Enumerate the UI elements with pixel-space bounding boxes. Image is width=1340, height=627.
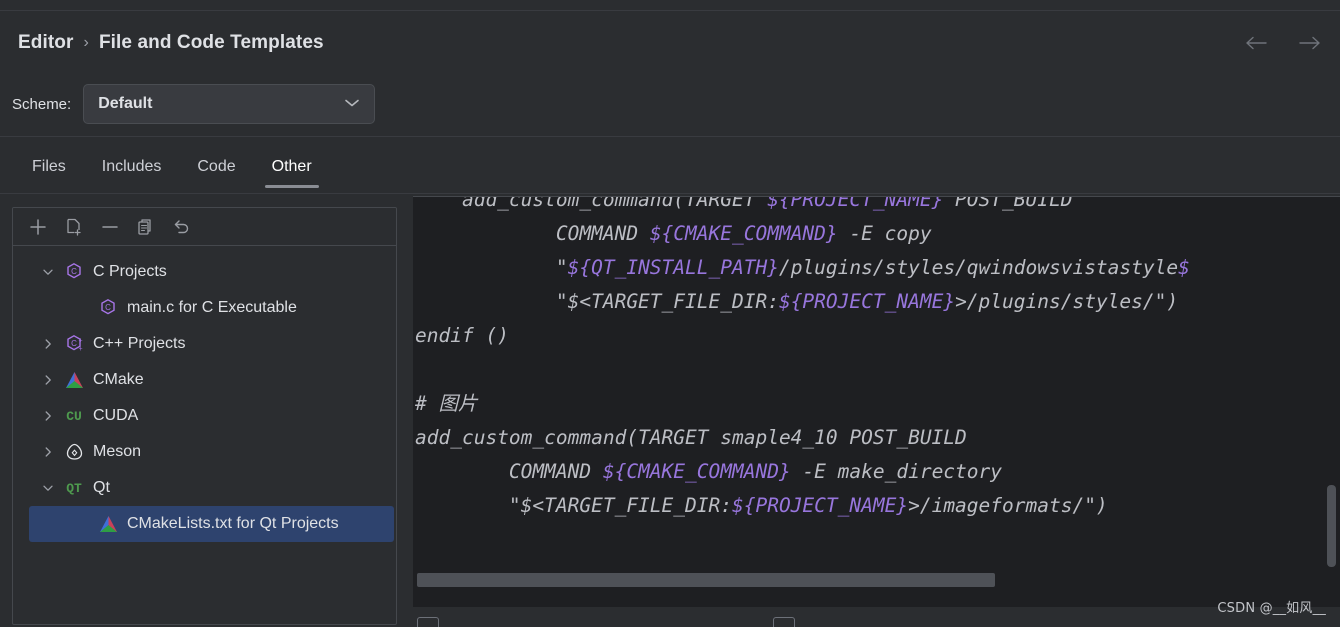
chevron-right-icon[interactable] xyxy=(41,373,55,387)
tab-code[interactable]: Code xyxy=(179,150,253,188)
arrow-right-icon[interactable] xyxy=(1296,30,1322,56)
code-line: endif () xyxy=(415,324,509,347)
code-line: COMMAND ${CMAKE_COMMAND} -E make_directo… xyxy=(415,460,1003,483)
chevron-down-icon[interactable] xyxy=(41,265,55,279)
tab-label: Other xyxy=(271,158,312,175)
breadcrumb: Editor › File and Code Templates xyxy=(18,28,324,58)
code-line: # 图片 xyxy=(415,392,478,415)
tree-item-cmakelists-txt-for-qt-projects[interactable]: CMakeLists.txt for Qt Projects xyxy=(29,506,394,542)
arrow-left-icon[interactable] xyxy=(1244,30,1270,56)
tree-item-c-projects[interactable]: C C Projects xyxy=(13,254,396,290)
tree-item-label: CUDA xyxy=(93,407,139,424)
chevron-right-icon[interactable] xyxy=(41,445,55,459)
watermark: CSDN @__如风__ xyxy=(1217,601,1326,616)
breadcrumb-root[interactable]: Editor xyxy=(18,32,74,54)
copy-icon[interactable] xyxy=(135,216,157,238)
tree-item-meson[interactable]: Meson xyxy=(13,434,396,470)
undo-icon[interactable] xyxy=(171,216,193,238)
tree-item-label: Meson xyxy=(93,443,142,460)
cmake-icon xyxy=(97,513,119,535)
scheme-dropdown[interactable]: Default xyxy=(83,84,376,124)
code-line: "$<TARGET_FILE_DIR:${PROJECT_NAME}>/imag… xyxy=(415,494,1108,517)
scheme-label: Scheme: xyxy=(12,95,72,113)
svg-text:C: C xyxy=(105,303,111,312)
chevron-right-icon[interactable] xyxy=(41,409,55,423)
editor-horizontal-scrollbar-thumb[interactable] xyxy=(417,573,995,587)
tree-item-main-c-for-c-executable[interactable]: Cmain.c for C Executable xyxy=(13,290,396,326)
code-line: "${QT_INSTALL_PATH}/plugins/styles/qwind… xyxy=(415,256,1190,279)
minus-icon[interactable] xyxy=(99,216,121,238)
tree-item-label: main.c for C Executable xyxy=(127,299,297,316)
templates-tree-panel: CC Projects Cmain.c for C Executable C + + C+… xyxy=(12,207,397,625)
chevron-right-icon[interactable] xyxy=(41,337,55,351)
tree-item-label: CMakeLists.txt for Qt Projects xyxy=(127,515,339,532)
tab-label: Includes xyxy=(101,158,162,175)
tree-item-qt[interactable]: QT Qt xyxy=(13,470,396,506)
tree-item-cmake[interactable]: CMake xyxy=(13,362,396,398)
code-line: add_custom_command(TARGET ${PROJECT_NAME… xyxy=(415,196,1073,211)
tree-item-c-projects[interactable]: C + + C++ Projects xyxy=(13,326,396,362)
editor-vertical-scrollbar-thumb[interactable] xyxy=(1327,485,1336,567)
chevron-down-icon xyxy=(344,95,360,113)
tab-label: Code xyxy=(197,158,236,175)
cmake-icon xyxy=(63,369,85,391)
page-title: File and Code Templates xyxy=(98,32,324,53)
cpp-hexagon-icon: C + + xyxy=(63,333,85,355)
plus-icon[interactable] xyxy=(27,216,49,238)
enable-live-templates-checkbox[interactable] xyxy=(773,617,795,627)
scheme-row: Scheme: Default xyxy=(12,84,376,124)
editor-options-row xyxy=(413,617,1340,627)
svg-text:C: C xyxy=(71,267,77,276)
c-hexagon-icon: C xyxy=(63,261,85,283)
tab-other[interactable]: Other xyxy=(254,150,330,188)
svg-text:+: + xyxy=(78,337,82,344)
scheme-value: Default xyxy=(98,95,153,112)
tree-toolbar xyxy=(13,208,396,246)
chevron-right-icon: › xyxy=(83,34,89,51)
meson-icon xyxy=(63,441,85,463)
chevron-down-icon[interactable] xyxy=(41,481,55,495)
code-content: add_custom_command(TARGET ${PROJECT_NAME… xyxy=(415,196,1340,523)
settings-dialog: Editor › File and Code Templates Scheme:… xyxy=(0,0,1340,627)
code-line: add_custom_command(TARGET smaple4_10 POS… xyxy=(415,426,967,449)
svg-text:+: + xyxy=(78,346,82,353)
code-line: COMMAND ${CMAKE_COMMAND} -E copy xyxy=(415,222,932,245)
tree-item-label: C++ Projects xyxy=(93,335,186,352)
svg-text:C: C xyxy=(71,339,77,348)
tree-item-label: CMake xyxy=(93,371,144,388)
tree-item-cuda[interactable]: CU CUDA xyxy=(13,398,396,434)
top-divider xyxy=(0,10,1340,11)
tree-item-label: Qt xyxy=(93,479,110,496)
qt-text-icon: QT xyxy=(66,480,82,496)
tab-divider xyxy=(0,193,1340,194)
new-file-icon[interactable] xyxy=(63,216,85,238)
c-hexagon-icon: C xyxy=(97,297,119,319)
tree-item-label: C Projects xyxy=(93,263,167,280)
cuda-text-icon: CU xyxy=(66,408,82,424)
scheme-divider xyxy=(0,136,1340,137)
code-line: "$<TARGET_FILE_DIR:${PROJECT_NAME}>/plug… xyxy=(415,290,1179,313)
nav-buttons xyxy=(1244,30,1322,56)
tab-files[interactable]: Files xyxy=(14,150,84,188)
tab-bar: Files Includes Code Other xyxy=(14,150,330,188)
tab-label: Files xyxy=(32,158,66,175)
templates-tree: CC Projects Cmain.c for C Executable C + + C+… xyxy=(13,246,396,542)
template-code-editor[interactable]: add_custom_command(TARGET ${PROJECT_NAME… xyxy=(413,196,1340,607)
reformat-checkbox[interactable] xyxy=(417,617,439,627)
tab-includes[interactable]: Includes xyxy=(84,150,180,188)
